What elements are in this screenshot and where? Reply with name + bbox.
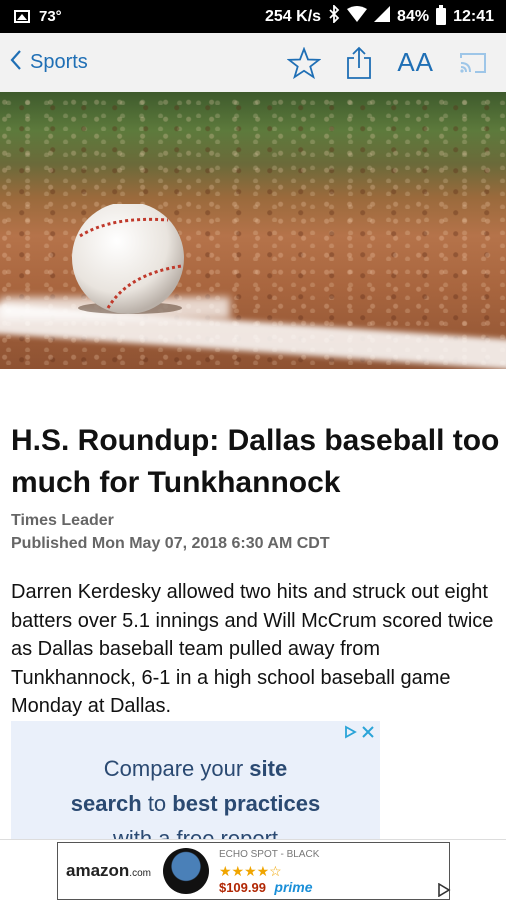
amazon-ad[interactable]: amazon.com ECHO SPOT - BLACK ★★★★☆ $109.… bbox=[57, 842, 450, 900]
star-icon[interactable] bbox=[287, 46, 322, 79]
battery-icon bbox=[436, 5, 447, 25]
bluetooth-icon bbox=[328, 3, 340, 28]
signal-icon bbox=[374, 6, 391, 27]
status-bar: 73° 254 K/s 84% 12:41 bbox=[0, 0, 506, 33]
product-name: ECHO SPOT - BLACK bbox=[218, 848, 320, 860]
article-hero-image bbox=[0, 92, 506, 369]
article-source: Times Leader bbox=[11, 512, 114, 529]
ad-text-part: site bbox=[249, 756, 288, 781]
product-image bbox=[162, 848, 209, 894]
article-toolbar: Sports AA bbox=[0, 33, 506, 92]
back-button[interactable]: Sports bbox=[0, 49, 88, 77]
ad-text-part: with a free report bbox=[112, 826, 279, 839]
product-rating: ★★★★☆ bbox=[218, 862, 282, 879]
brand-name: amazon bbox=[66, 861, 130, 880]
chevron-left-icon bbox=[10, 49, 22, 77]
wifi-icon bbox=[347, 6, 368, 27]
ad-text-part: best practices bbox=[172, 791, 321, 816]
product-price: $109.99 bbox=[218, 879, 266, 895]
font-size-button[interactable]: AA bbox=[397, 47, 434, 78]
network-speed: 254 K/s bbox=[265, 7, 322, 25]
temperature: 73° bbox=[39, 8, 62, 25]
article-headline: H.S. Roundup: Dallas baseball too much f… bbox=[11, 424, 500, 499]
ad-info-icon[interactable] bbox=[436, 882, 452, 898]
amazon-logo: amazon.com bbox=[66, 861, 151, 881]
brand-suffix: .com bbox=[129, 868, 151, 879]
back-label: Sports bbox=[30, 51, 88, 73]
battery-percent: 84% bbox=[397, 7, 430, 25]
cast-icon[interactable] bbox=[458, 51, 488, 75]
baseball-image bbox=[72, 204, 184, 314]
ad-close-icon[interactable] bbox=[362, 725, 374, 742]
ad-text-part: Compare your bbox=[103, 756, 250, 781]
prime-badge: prime bbox=[274, 878, 313, 895]
ad-choices[interactable] bbox=[343, 725, 374, 742]
article-body: Darren Kerdesky allowed two hits and str… bbox=[11, 581, 494, 717]
ad-copy: Compare your site search to best practic… bbox=[11, 751, 380, 839]
article-published-date: Published Mon May 07, 2018 6:30 AM CDT bbox=[11, 535, 330, 552]
advertisement[interactable]: Compare your site search to best practic… bbox=[11, 721, 380, 839]
ad-text-part: search bbox=[70, 791, 142, 816]
clock: 12:41 bbox=[453, 7, 494, 25]
ad-text-part: to bbox=[141, 791, 173, 816]
ad-choices-icon[interactable] bbox=[343, 725, 357, 742]
bottom-banner-ad: amazon.com ECHO SPOT - BLACK ★★★★☆ $109.… bbox=[0, 839, 506, 900]
image-notification-icon bbox=[14, 10, 30, 23]
share-icon[interactable] bbox=[345, 46, 373, 80]
